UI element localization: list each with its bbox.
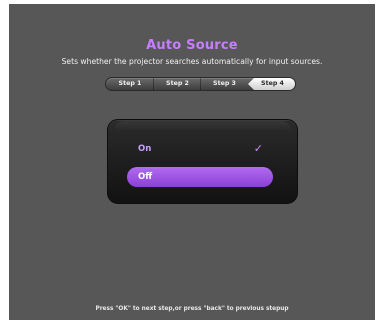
option-on[interactable]: On ✓ — [127, 139, 273, 159]
page-subtitle: Sets whether the projector searches auto… — [61, 57, 323, 66]
page-title: Auto Source — [146, 38, 238, 53]
auto-source-menu: On ✓ Off — [107, 119, 298, 204]
option-off[interactable]: Off — [127, 167, 273, 187]
step-2[interactable]: Step 2 — [154, 78, 201, 90]
step-1[interactable]: Step 1 — [106, 78, 154, 90]
wizard-panel: Auto Source Sets whether the projector s… — [9, 4, 375, 320]
option-off-label: Off — [138, 172, 153, 182]
step-3[interactable]: Step 3 — [201, 78, 248, 90]
menu-sheen — [114, 121, 291, 131]
step-4-current[interactable]: Step 4 — [248, 78, 295, 90]
checkmark-icon: ✓ — [253, 142, 263, 155]
screen: Auto Source Sets whether the projector s… — [0, 0, 384, 323]
step-indicator: Step 1 Step 2 Step 3 Step 4 — [105, 77, 296, 91]
navigation-hint: Press "OK" to next step,or press "back" … — [95, 306, 289, 312]
option-on-label: On — [138, 144, 152, 154]
